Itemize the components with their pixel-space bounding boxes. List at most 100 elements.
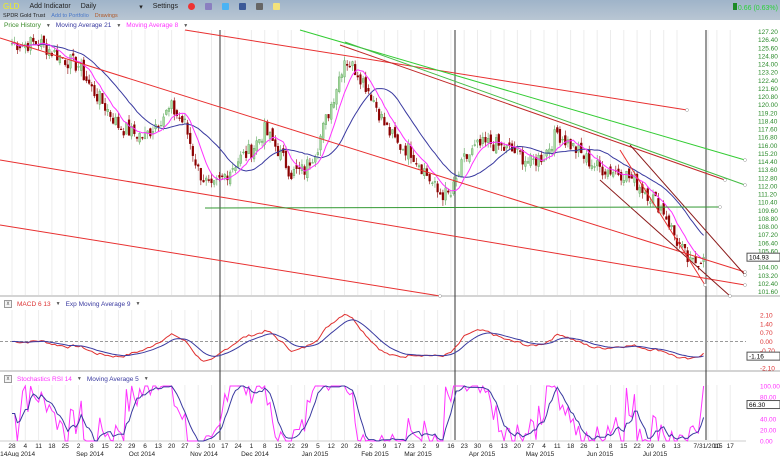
- chevron-down-icon[interactable]: ▼: [77, 376, 82, 382]
- stoch-axis-label: 0.00: [760, 439, 773, 446]
- chart-canvas[interactable]: 28 4 11 18 25 2 8 15 22 29 6 13 20 27 3 10 17 24 1 8 15 22 29 5…: [0, 0, 780, 457]
- x-tick-label: 24: [234, 443, 242, 450]
- candle-body: [380, 113, 383, 119]
- candle-body: [263, 122, 266, 145]
- price-axis-label: 124.00: [758, 62, 778, 69]
- candle-body: [167, 108, 171, 112]
- candle-body: [500, 143, 503, 146]
- candle-body: [122, 131, 125, 136]
- candle-body: [572, 143, 575, 147]
- candle-body: [189, 132, 192, 144]
- macd-last-label: -1.16: [749, 354, 764, 361]
- candle-body: [149, 128, 152, 137]
- candle-body: [396, 134, 399, 143]
- chevron-down-icon[interactable]: ▼: [135, 301, 140, 307]
- candle-body: [510, 143, 514, 152]
- candle-body: [290, 172, 293, 180]
- candle-body: [558, 129, 562, 143]
- x-tick-label: 17: [394, 443, 402, 450]
- candle-body: [580, 142, 583, 154]
- trendline-handle: [743, 158, 747, 162]
- candle-body: [473, 144, 476, 146]
- candle-body: [622, 180, 625, 183]
- candle-body: [103, 103, 107, 111]
- candle-body: [465, 154, 468, 159]
- x-tick-label: 3: [196, 443, 200, 450]
- candle-body: [213, 180, 216, 185]
- legend-ma5[interactable]: Moving Average 5: [87, 376, 139, 383]
- legend-stoch-rsi[interactable]: Stochastics RSI 14: [17, 376, 72, 383]
- candle-body: [401, 149, 405, 151]
- x-month-label: Mar 2015: [404, 451, 432, 457]
- price-axis-label: 107.20: [758, 232, 778, 239]
- x-tick-label: 6: [662, 443, 666, 450]
- candle-body: [242, 151, 245, 154]
- candle-body: [699, 262, 703, 265]
- x-tick-label: 2: [77, 443, 81, 450]
- legend-price-history[interactable]: Price History: [4, 22, 41, 29]
- candle-body: [385, 122, 389, 125]
- candle-body: [106, 109, 109, 112]
- candle-body: [98, 91, 101, 105]
- x-tick-label: 10: [208, 443, 216, 450]
- candle-body: [601, 166, 604, 176]
- candle-body: [415, 163, 418, 165]
- candle-body: [127, 119, 131, 136]
- candle-body: [681, 244, 684, 247]
- legend-ema9[interactable]: Exp Moving Average 9: [66, 301, 131, 308]
- candle-body: [441, 192, 445, 201]
- stoch-last-label: 66.30: [749, 402, 766, 409]
- stoch-axis-label: 20.00: [760, 428, 777, 435]
- x-tick-label: 1: [595, 443, 599, 450]
- chevron-down-icon[interactable]: ▼: [183, 23, 188, 29]
- x-month-label: Nov 2014: [190, 451, 218, 457]
- x-tick-label: 27: [527, 443, 535, 450]
- candle-body: [181, 115, 184, 123]
- candle-body: [513, 147, 516, 154]
- candle-body: [56, 49, 59, 61]
- x-month-label: Oct 2014: [129, 451, 156, 457]
- price-axis-label: 111.20: [758, 192, 777, 199]
- candle-body: [32, 37, 35, 42]
- candle-body: [407, 143, 410, 160]
- candle-body: [322, 122, 325, 139]
- candle-body: [391, 129, 394, 134]
- trendline-handle: [743, 273, 747, 277]
- close-panel-icon[interactable]: x: [4, 300, 12, 308]
- candle-body: [670, 225, 673, 228]
- price-axis-label: 127.20: [758, 29, 778, 36]
- chevron-down-icon[interactable]: ▼: [116, 23, 121, 29]
- chevron-down-icon[interactable]: ▼: [56, 301, 61, 307]
- chevron-down-icon[interactable]: ▼: [144, 376, 149, 382]
- candle-body: [114, 116, 117, 126]
- candle-body: [117, 116, 120, 129]
- x-tick-label: 18: [48, 443, 56, 450]
- candle-body: [593, 166, 596, 168]
- candle-body: [311, 162, 314, 164]
- candle-body: [53, 49, 56, 52]
- price-axis-label: 120.80: [758, 94, 778, 101]
- trendline: [0, 37, 746, 273]
- trendline: [0, 159, 746, 286]
- price-axis-label: 126.40: [758, 37, 778, 44]
- candle-body: [643, 192, 647, 195]
- x-tick-label: 20: [514, 443, 522, 450]
- x-tick-label: 6: [143, 443, 147, 450]
- x-tick-label: 23: [461, 443, 469, 450]
- legend-macd[interactable]: MACD 6 13: [17, 301, 51, 308]
- candle-body: [348, 65, 351, 68]
- candle-body: [550, 149, 554, 152]
- chevron-down-icon[interactable]: ▼: [46, 23, 51, 29]
- candle-body: [356, 75, 359, 78]
- trendline: [619, 149, 706, 286]
- x-tick-label: 20: [168, 443, 176, 450]
- legend-ma8[interactable]: Moving Average 8: [126, 22, 178, 29]
- candle-body: [234, 167, 237, 171]
- candle-body: [223, 174, 226, 178]
- legend-ma21[interactable]: Moving Average 21: [56, 22, 112, 29]
- close-panel-icon[interactable]: x: [4, 375, 12, 383]
- candle-body: [109, 111, 112, 117]
- x-month-label: 2014Aug 2014: [0, 451, 36, 457]
- candle-body: [66, 64, 69, 69]
- price-axis-label: 108.00: [758, 224, 778, 231]
